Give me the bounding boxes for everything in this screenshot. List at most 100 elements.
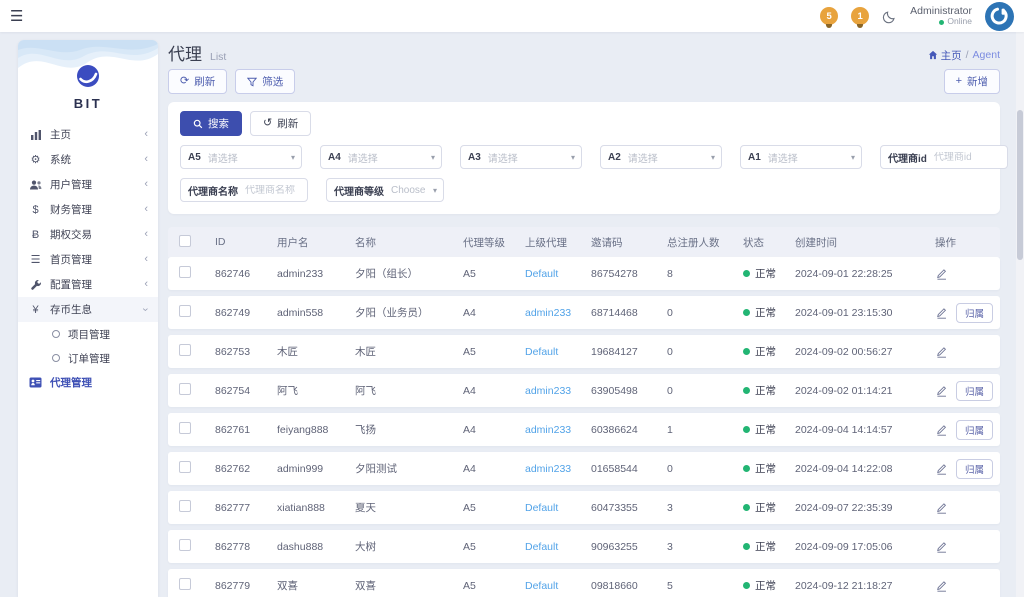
cell-id: 862753 (206, 346, 268, 358)
agent-name-input[interactable] (245, 185, 307, 196)
scrollbar-thumb[interactable] (1017, 110, 1023, 260)
row-checkbox[interactable] (179, 422, 191, 434)
level-select-A2[interactable]: A2请选择▾ (600, 145, 722, 169)
sidebar-item-首页管理[interactable]: ☰首页管理‹ (18, 247, 158, 272)
breadcrumb: 主页 / Agent (928, 48, 1000, 63)
filter-button[interactable]: 筛选 (235, 69, 295, 94)
cell-id: 862746 (206, 268, 268, 280)
cell-name: 夕阳（组长） (346, 266, 454, 281)
cell-created: 2024-09-02 01:14:21 (786, 385, 926, 397)
notification-badge-1[interactable]: 5 (820, 7, 838, 25)
user-menu[interactable]: Administrator Online (910, 5, 972, 27)
status-badge: 正常 (734, 383, 786, 398)
agent-level-select[interactable]: 代理商等级 Choose ▾ (326, 178, 444, 202)
dark-mode-toggle-icon[interactable] (882, 9, 897, 24)
assign-button[interactable]: 归属 (956, 420, 993, 440)
agent-id-field[interactable]: 代理商id (880, 145, 1008, 169)
row-checkbox[interactable] (179, 383, 191, 395)
sidebar-item-用户管理[interactable]: 用户管理‹ (18, 172, 158, 197)
reset-button[interactable]: ↺ 刷新 (250, 111, 311, 136)
edit-icon[interactable] (935, 345, 948, 358)
edit-icon[interactable] (935, 306, 948, 319)
row-checkbox[interactable] (179, 539, 191, 551)
breadcrumb-home-link[interactable]: 主页 (928, 48, 962, 63)
column-header-代理等级: 代理等级 (454, 235, 516, 250)
avatar[interactable] (985, 2, 1014, 31)
cell-invite-code: 86754278 (582, 268, 658, 280)
status-dot-icon (743, 543, 750, 550)
cell-level: A4 (454, 463, 516, 475)
add-button[interactable]: + 新增 (944, 69, 1000, 94)
parent-agent-link[interactable]: Default (516, 346, 582, 358)
level-select-A5[interactable]: A5请选择▾ (180, 145, 302, 169)
parent-agent-link[interactable]: Default (516, 502, 582, 514)
cell-created: 2024-09-09 17:05:06 (786, 541, 926, 553)
status-badge: 正常 (734, 539, 786, 554)
assign-button[interactable]: 归属 (956, 459, 993, 479)
sidebar-subitem-项目管理[interactable]: 项目管理 (18, 322, 158, 346)
sidebar-item-label: 代理管理 (50, 375, 92, 390)
status-badge: 正常 (734, 500, 786, 515)
refresh-button[interactable]: ⟳ 刷新 (168, 69, 227, 94)
edit-icon[interactable] (935, 579, 948, 592)
cell-level: A4 (454, 385, 516, 397)
home-icon (928, 50, 938, 60)
cell-name: 双喜 (346, 578, 454, 593)
edit-icon[interactable] (935, 384, 948, 397)
row-checkbox[interactable] (179, 578, 191, 590)
level-select-A1[interactable]: A1请选择▾ (740, 145, 862, 169)
sidebar-item-主页[interactable]: 主页‹ (18, 122, 158, 147)
plus-icon: + (956, 76, 962, 87)
sidebar-item-系统[interactable]: ⚙系统‹ (18, 147, 158, 172)
sidebar-item-label: 存币生息 (50, 302, 92, 317)
online-dot-icon (939, 20, 944, 25)
assign-button[interactable]: 归属 (956, 381, 993, 401)
agent-name-field[interactable]: 代理商名称 (180, 178, 308, 202)
level-select-A3[interactable]: A3请选择▾ (460, 145, 582, 169)
row-checkbox[interactable] (179, 266, 191, 278)
search-button[interactable]: 搜索 (180, 111, 242, 136)
filter-row-2: 代理商名称 代理商等级 Choose ▾ (180, 178, 988, 202)
parent-agent-link[interactable]: Default (516, 541, 582, 553)
sidebar-item-代理管理[interactable]: 代理管理 (18, 370, 158, 395)
parent-agent-link[interactable]: admin233 (516, 385, 582, 397)
parent-agent-link[interactable]: admin233 (516, 463, 582, 475)
chevron-down-icon: ▾ (565, 153, 581, 162)
row-checkbox[interactable] (179, 500, 191, 512)
row-checkbox[interactable] (179, 461, 191, 473)
column-header-操作: 操作 (926, 235, 1000, 250)
search-icon (193, 119, 203, 129)
parent-agent-link[interactable]: Default (516, 268, 582, 280)
brand-logo-text: BIT (18, 96, 158, 111)
sidebar-item-期权交易[interactable]: Ƀ期权交易‹ (18, 222, 158, 247)
sidebar-item-配置管理[interactable]: 配置管理‹ (18, 272, 158, 297)
row-checkbox[interactable] (179, 305, 191, 317)
sidebar-item-财务管理[interactable]: $财务管理‹ (18, 197, 158, 222)
wrench-icon (28, 279, 43, 291)
column-header-上级代理: 上级代理 (516, 235, 582, 250)
sidebar-toggle-icon[interactable]: ☰ (10, 9, 23, 24)
page-title: 代理 (168, 40, 202, 65)
parent-agent-link[interactable]: admin233 (516, 424, 582, 436)
parent-agent-link[interactable]: admin233 (516, 307, 582, 319)
breadcrumb-current[interactable]: Agent (973, 49, 1000, 61)
edit-icon[interactable] (935, 267, 948, 280)
notification-badge-2[interactable]: 1 (851, 7, 869, 25)
filter-row-1: A5请选择▾A4请选择▾A3请选择▾A2请选择▾A1请选择▾代理商id (180, 145, 988, 169)
sidebar-item-存币生息[interactable]: ¥存币生息‹ (18, 297, 158, 322)
parent-agent-link[interactable]: Default (516, 580, 582, 592)
sidebar-subitem-订单管理[interactable]: 订单管理 (18, 346, 158, 370)
edit-icon[interactable] (935, 462, 948, 475)
status-dot-icon (743, 387, 750, 394)
edit-icon[interactable] (935, 423, 948, 436)
table-body: 862746admin233夕阳（组长）A5Default867542788正常… (168, 257, 1000, 597)
edit-icon[interactable] (935, 501, 948, 514)
row-checkbox[interactable] (179, 344, 191, 356)
select-all-checkbox[interactable] (179, 235, 191, 247)
level-select-A4[interactable]: A4请选择▾ (320, 145, 442, 169)
assign-button[interactable]: 归属 (956, 303, 993, 323)
agent-id-input[interactable] (934, 152, 1007, 163)
edit-icon[interactable] (935, 540, 948, 553)
cell-registrations: 5 (658, 580, 734, 592)
cell-id: 862754 (206, 385, 268, 397)
